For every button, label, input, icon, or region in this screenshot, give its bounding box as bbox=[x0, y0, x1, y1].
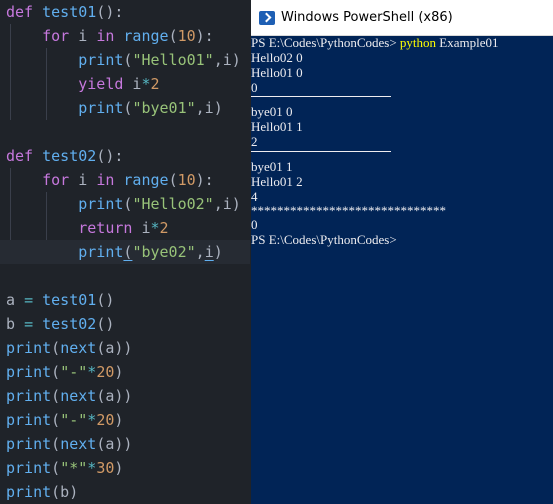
code-line: return i*2 bbox=[78, 219, 169, 237]
code-line: def test02(): bbox=[6, 147, 124, 165]
output-line: Hello01 1 bbox=[251, 119, 303, 134]
code-line: print("-"*20) bbox=[6, 411, 124, 429]
output-line: 0 bbox=[251, 80, 258, 95]
powershell-titlebar[interactable]: Windows PowerShell (x86) bbox=[251, 0, 553, 36]
code-line: print("Hello02",i) bbox=[78, 195, 241, 213]
prompt-line: PS E:\Codes\PythonCodes> bbox=[251, 232, 397, 247]
console-output[interactable]: PS E:\Codes\PythonCodes> python Example0… bbox=[251, 35, 553, 504]
code-line: print(next(a)) bbox=[6, 435, 133, 453]
output-line: 0 bbox=[251, 217, 258, 232]
output-line: Hello02 0 bbox=[251, 50, 303, 65]
code-line: print(next(a)) bbox=[6, 339, 133, 357]
code-line: print(b) bbox=[6, 483, 79, 501]
code-line: def test01(): bbox=[6, 3, 124, 21]
output-line: bye01 1 bbox=[251, 159, 293, 174]
output-line: 4 bbox=[251, 189, 258, 204]
output-divider bbox=[251, 151, 391, 152]
code-line: print(next(a)) bbox=[6, 387, 133, 405]
command-line: PS E:\Codes\PythonCodes> python Example0… bbox=[251, 35, 499, 50]
code-line: print("-"*20) bbox=[6, 363, 124, 381]
output-line: 2 bbox=[251, 134, 258, 149]
code-line: print("Hello01",i) bbox=[78, 51, 241, 69]
powershell-icon bbox=[259, 10, 275, 25]
code-line: for i in range(10): bbox=[42, 171, 214, 189]
code-line: for i in range(10): bbox=[42, 27, 214, 45]
window-title: Windows PowerShell (x86) bbox=[281, 10, 453, 25]
output-line: Hello01 2 bbox=[251, 174, 303, 189]
output-line: bye01 0 bbox=[251, 104, 293, 119]
code-line: print("bye01",i) bbox=[78, 99, 223, 117]
code-line-current[interactable]: print("bye02",i) bbox=[0, 240, 250, 264]
powershell-window[interactable]: Windows PowerShell (x86) PS E:\Codes\Pyt… bbox=[251, 0, 553, 504]
output-divider bbox=[251, 96, 391, 97]
code-line: yield i*2 bbox=[78, 75, 160, 93]
output-line: ****************************** bbox=[251, 203, 446, 218]
code-line: print("*"*30) bbox=[6, 459, 124, 477]
code-line: a = test01() bbox=[6, 291, 115, 309]
output-line: Hello01 0 bbox=[251, 65, 303, 80]
code-line: b = test02() bbox=[6, 315, 115, 333]
